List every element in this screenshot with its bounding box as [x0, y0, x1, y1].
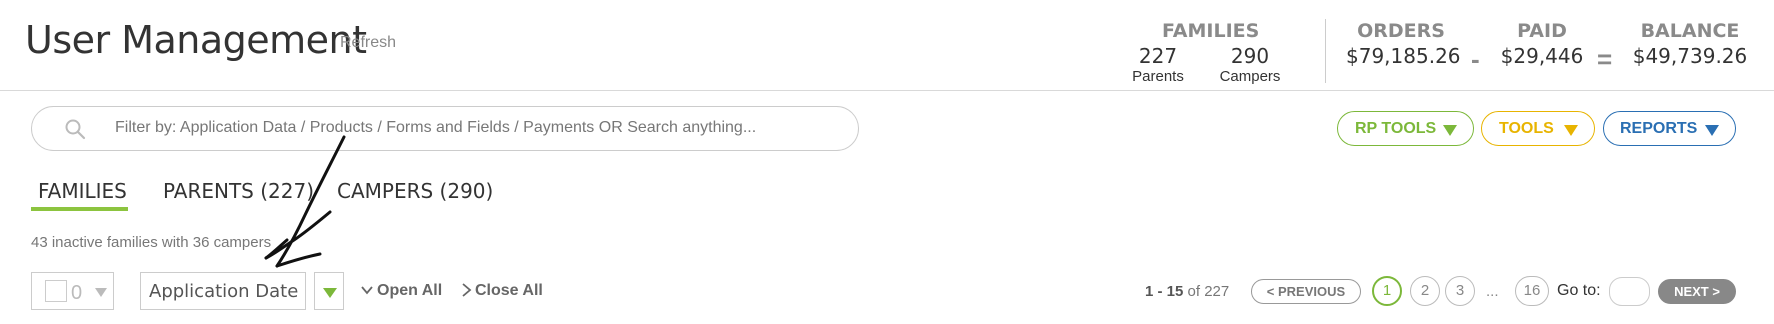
paid-heading: PAID: [1517, 20, 1567, 42]
caret-down-icon: [1443, 125, 1457, 136]
page-2[interactable]: 2: [1410, 276, 1440, 306]
tab-campers[interactable]: CAMPERS (290): [337, 179, 493, 203]
minus-sign: -: [1471, 44, 1480, 74]
parents-count: 227: [1138, 44, 1178, 68]
search-icon: [65, 119, 86, 140]
search-placeholder: Filter by: Application Data / Products /…: [115, 119, 757, 136]
tools-button[interactable]: TOOLS: [1481, 111, 1595, 146]
selected-count: 0: [71, 282, 83, 304]
tab-parents[interactable]: PARENTS (227): [163, 179, 314, 203]
balance-heading: BALANCE: [1640, 20, 1740, 42]
paid-value: $29,446: [1500, 44, 1584, 68]
sort-field-input[interactable]: [140, 272, 306, 310]
reports-label: REPORTS: [1620, 120, 1698, 137]
select-all-checkbox[interactable]: [45, 280, 67, 302]
page-title: User Management: [25, 18, 367, 62]
chevron-down-icon: [361, 286, 373, 295]
page-16[interactable]: 16: [1515, 276, 1549, 306]
chevron-down-icon: [95, 288, 107, 297]
goto-label: Go to:: [1557, 282, 1601, 299]
parents-label: Parents: [1132, 68, 1184, 85]
campers-count: 290: [1230, 44, 1270, 68]
orders-value: $79,185.26: [1346, 44, 1461, 68]
equals-sign: =: [1597, 44, 1613, 74]
previous-button[interactable]: < PREVIOUS: [1251, 279, 1361, 304]
goto-page-input[interactable]: [1609, 277, 1650, 306]
balance-value: $49,739.26: [1632, 44, 1748, 68]
top-header: User Management Refresh FAMILIES 227 Par…: [0, 0, 1774, 91]
inactive-summary: 43 inactive families with 36 campers: [31, 234, 272, 251]
range-value: 1 - 15: [1145, 283, 1184, 300]
open-all-link[interactable]: Open All: [377, 282, 442, 300]
campers-label: Campers: [1219, 68, 1281, 85]
rp-tools-label: RP TOOLS: [1355, 120, 1437, 137]
page-1[interactable]: 1: [1372, 276, 1402, 306]
chevron-right-icon: [462, 283, 472, 297]
sort-direction-button[interactable]: [314, 272, 344, 310]
caret-down-icon: [323, 288, 337, 298]
search-input[interactable]: Filter by: Application Data / Products /…: [31, 106, 859, 151]
refresh-link[interactable]: Refresh: [340, 34, 396, 52]
reports-button[interactable]: REPORTS: [1603, 111, 1736, 146]
rp-tools-button[interactable]: RP TOOLS: [1337, 111, 1474, 146]
families-heading: FAMILIES: [1162, 20, 1260, 42]
stats-divider: [1325, 19, 1326, 83]
caret-down-icon: [1564, 125, 1578, 136]
tab-families[interactable]: FAMILIES: [38, 179, 127, 203]
pagination-ellipsis: ...: [1486, 283, 1499, 300]
range-total: 227: [1204, 283, 1230, 300]
caret-down-icon: [1705, 125, 1719, 136]
range-of: of: [1187, 283, 1201, 300]
page-3[interactable]: 3: [1445, 276, 1475, 306]
next-button[interactable]: NEXT >: [1658, 279, 1736, 304]
bulk-select-dropdown[interactable]: 0: [31, 272, 114, 310]
pagination-range: 1 - 15 of 227: [1145, 283, 1229, 300]
orders-heading: ORDERS: [1357, 20, 1445, 42]
close-all-link[interactable]: Close All: [475, 282, 543, 300]
active-tab-indicator: [31, 207, 128, 211]
tools-label: TOOLS: [1499, 120, 1554, 137]
